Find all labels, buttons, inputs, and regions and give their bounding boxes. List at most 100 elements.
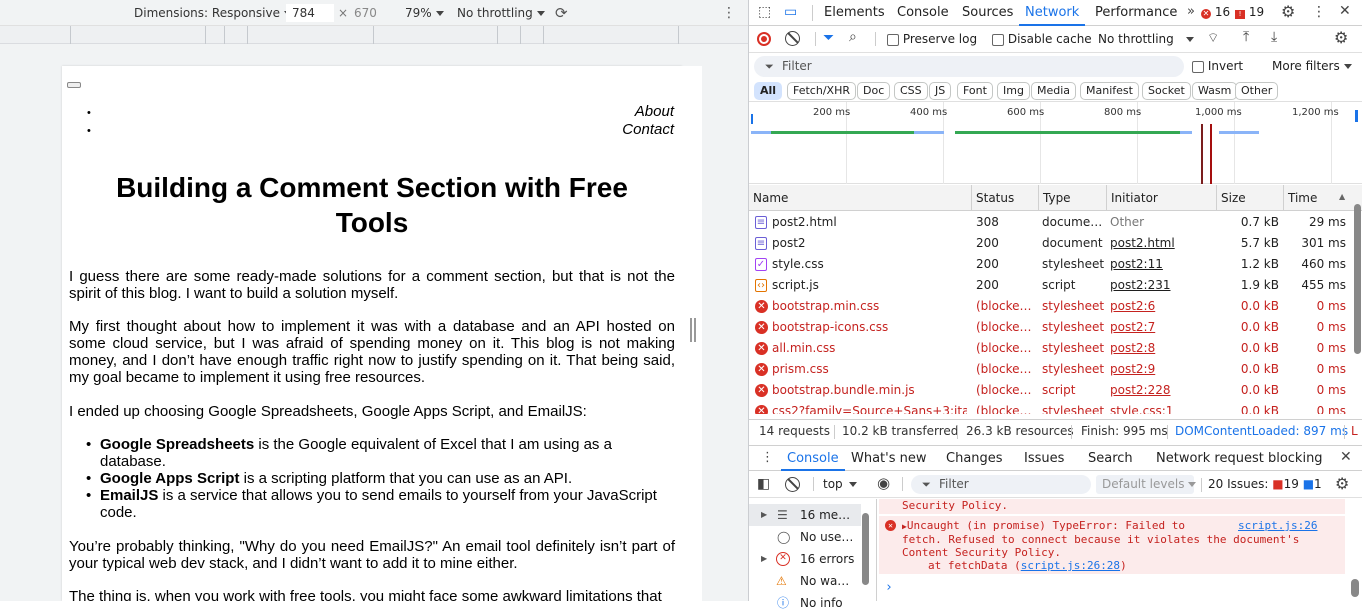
cell-initiator[interactable]: post2:6 <box>1110 296 1216 317</box>
navbar-toggle[interactable] <box>67 82 81 88</box>
type-filter-img[interactable]: Img <box>997 82 1030 100</box>
table-row[interactable]: ✓ style.css 200 stylesheet post2:11 1.2 kB 460… <box>749 254 1349 275</box>
sidebar-toggle-icon[interactable]: ◧ <box>757 476 770 492</box>
error-source-link[interactable]: script.js:26 <box>1238 519 1317 532</box>
sidebar-scrollbar[interactable] <box>862 513 869 585</box>
sidebar-messages[interactable]: ▶ ☰ 16 me… <box>749 504 861 526</box>
network-conditions-icon[interactable]: ⌔ <box>1207 30 1219 46</box>
table-row[interactable]: ✕ prism.css (blocke… stylesheet post2:9 0.0 k… <box>749 359 1349 380</box>
cell-initiator[interactable]: post2:11 <box>1110 254 1216 275</box>
issue-counter[interactable]: ! 19 <box>1235 5 1264 19</box>
sidebar-errors[interactable]: ▶ ✕ 16 errors <box>749 548 861 570</box>
record-icon[interactable] <box>757 32 771 46</box>
invert-checkbox[interactable]: Invert <box>1192 59 1243 73</box>
type-filter-doc[interactable]: Doc <box>857 82 891 100</box>
column-size[interactable]: Size <box>1216 185 1246 211</box>
type-filter-other[interactable]: Other <box>1235 82 1279 100</box>
type-filter-wasm[interactable]: Wasm <box>1192 82 1238 100</box>
width-input[interactable] <box>286 4 334 22</box>
height-input[interactable] <box>348 4 396 22</box>
disable-cache-checkbox[interactable]: Disable cache <box>992 32 1092 46</box>
console-filter-input[interactable]: ⏷ Filter <box>911 475 1091 494</box>
sidebar-info[interactable]: ⓘ No info <box>749 592 861 614</box>
close-drawer-icon[interactable]: ✕ <box>1340 449 1352 465</box>
drawer-tab-network-request-blocking[interactable]: Network request blocking <box>1156 446 1323 472</box>
tab-sources[interactable]: Sources <box>962 0 1013 26</box>
tab-elements[interactable]: Elements <box>824 0 885 26</box>
column-status[interactable]: Status <box>971 185 1014 211</box>
drawer-tab-console[interactable]: Console <box>781 446 845 471</box>
network-throttling-dropdown[interactable]: No throttling <box>1098 32 1194 46</box>
type-filter-media[interactable]: Media <box>1031 82 1077 100</box>
console-settings-gear-icon[interactable]: ⚙ <box>1335 474 1349 493</box>
device-toggle-icon[interactable]: ▭ <box>784 4 797 20</box>
console-prompt[interactable]: › <box>885 580 893 595</box>
network-settings-gear-icon[interactable]: ⚙ <box>1334 28 1348 47</box>
resize-handle[interactable] <box>690 318 696 342</box>
cell-initiator[interactable]: style.css:1 <box>1110 401 1216 414</box>
type-filter-font[interactable]: Font <box>957 82 993 100</box>
dimensions-dropdown[interactable]: Dimensions: Responsive <box>134 4 292 22</box>
cell-initiator[interactable]: post2:231 <box>1110 275 1216 296</box>
filter-funnel-icon[interactable]: ⏷ <box>823 30 834 46</box>
live-expression-eye-icon[interactable]: ◉ <box>877 474 890 492</box>
rotate-icon[interactable]: ⟳ <box>555 4 568 22</box>
stack-source-link[interactable]: script.js:26:28 <box>1021 559 1120 572</box>
table-row[interactable]: ‹› script.js 200 script post2:231 1.9 kB 455 m… <box>749 275 1349 296</box>
column-type[interactable]: Type <box>1038 185 1071 211</box>
requests-scrollbar[interactable] <box>1351 186 1362 414</box>
search-icon[interactable]: ⌕ <box>849 29 857 45</box>
network-filter-input[interactable]: ⏷ Filter <box>754 56 1184 77</box>
settings-gear-icon[interactable]: ⚙ <box>1281 2 1295 21</box>
type-filter-fetch-xhr[interactable]: Fetch/XHR <box>787 82 856 100</box>
drawer-menu-icon[interactable]: ⋮ <box>761 450 774 465</box>
tab-console[interactable]: Console <box>897 0 949 26</box>
clear-icon[interactable] <box>785 31 800 46</box>
issues-counter[interactable]: 20 Issues: ■19 ■1 <box>1208 477 1322 491</box>
cell-initiator[interactable]: post2:228 <box>1110 380 1216 401</box>
table-row[interactable]: ≡ post2 200 document post2.html 5.7 kB 301 ms <box>749 233 1349 254</box>
column-time[interactable]: Time <box>1283 185 1317 211</box>
drawer-tab-whats-new[interactable]: What's new <box>851 446 927 472</box>
table-row[interactable]: ✕ bootstrap.min.css (blocke… stylesheet post… <box>749 296 1349 317</box>
more-menu-icon[interactable]: ⋮ <box>1312 4 1326 20</box>
inspect-icon[interactable]: ⬚ <box>758 4 771 20</box>
drawer-tab-changes[interactable]: Changes <box>946 446 1003 472</box>
close-icon[interactable]: ✕ <box>1339 3 1351 19</box>
column-initiator[interactable]: Initiator <box>1106 185 1158 211</box>
more-options-icon[interactable]: ⋮ <box>722 4 736 22</box>
more-filters-dropdown[interactable]: More filters <box>1272 59 1352 73</box>
type-filter-all[interactable]: All <box>754 82 783 100</box>
type-filter-css[interactable]: CSS <box>894 82 928 100</box>
table-row[interactable]: ✕ css2?family=Source+Sans+3:ital,… (blocke… <box>749 401 1349 414</box>
cell-initiator[interactable]: post2:9 <box>1110 359 1216 380</box>
clear-console-icon[interactable] <box>785 477 800 492</box>
log-levels-dropdown[interactable]: Default levels <box>1096 475 1197 494</box>
sidebar-user-messages[interactable]: ◯ No use… <box>749 526 861 548</box>
type-filter-js[interactable]: JS <box>929 82 952 100</box>
cell-initiator[interactable]: post2.html <box>1110 233 1216 254</box>
tab-performance[interactable]: Performance <box>1095 0 1177 26</box>
cell-initiator[interactable]: post2:7 <box>1110 317 1216 338</box>
column-name[interactable]: Name <box>749 185 788 211</box>
nav-link-contact[interactable]: Contact <box>622 121 674 138</box>
zoom-dropdown[interactable]: 79% <box>405 4 444 22</box>
drawer-tab-search[interactable]: Search <box>1088 446 1133 472</box>
preserve-log-checkbox[interactable]: Preserve log <box>887 32 977 46</box>
cell-initiator[interactable]: post2:8 <box>1110 338 1216 359</box>
cell-initiator[interactable]: Other <box>1110 212 1216 233</box>
type-filter-socket[interactable]: Socket <box>1142 82 1191 100</box>
context-selector[interactable]: top <box>823 477 857 491</box>
tab-network[interactable]: Network <box>1019 0 1086 26</box>
media-query-bar[interactable] <box>0 26 748 44</box>
import-har-icon[interactable]: ⤒ <box>1243 29 1249 45</box>
network-overview-timeline[interactable]: 200 ms 400 ms 600 ms 800 ms 1,000 ms 1,2… <box>749 102 1362 184</box>
drawer-tab-issues[interactable]: Issues <box>1024 446 1064 472</box>
throttling-dropdown[interactable]: No throttling <box>457 4 545 22</box>
console-scrollbar[interactable] <box>1351 579 1359 597</box>
nav-link-about[interactable]: About <box>635 103 674 120</box>
table-row[interactable]: ≡ post2.html 308 docume… Other 0.7 kB 29 ms <box>749 212 1349 233</box>
error-counter[interactable]: ✕ 16 <box>1201 5 1230 19</box>
more-tabs-icon[interactable]: » <box>1187 4 1195 19</box>
table-row[interactable]: ✕ bootstrap-icons.css (blocke… stylesheet po… <box>749 317 1349 338</box>
